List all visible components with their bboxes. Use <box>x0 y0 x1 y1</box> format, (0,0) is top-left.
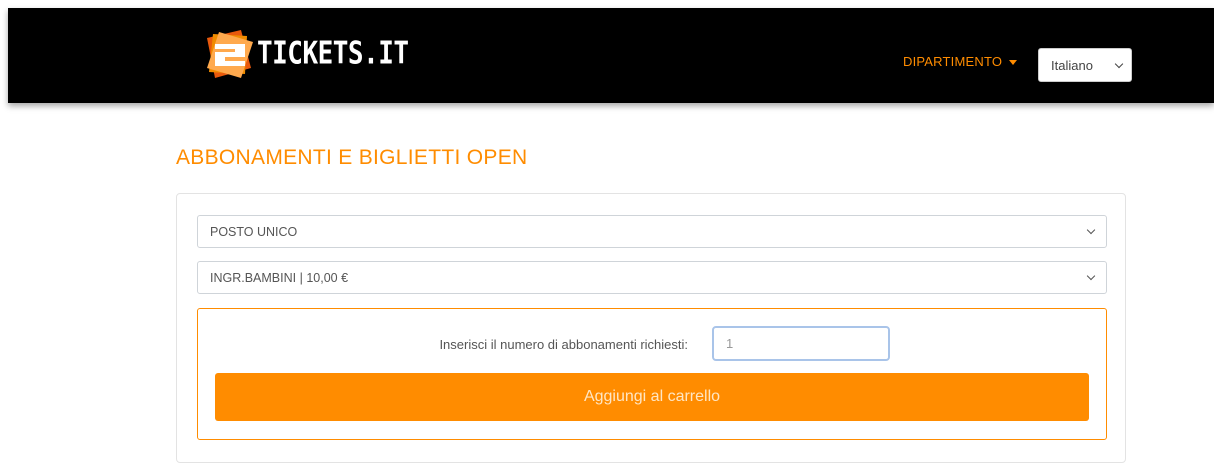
logo-wordmark: TICKETS.IT <box>257 36 409 72</box>
caret-down-icon <box>1009 60 1018 66</box>
brand-logo[interactable]: TICKETS.IT <box>201 28 409 80</box>
ticket-card: POSTO UNICO INGR.BAMBINI | 10,00 € Inser… <box>176 193 1126 463</box>
page-title: ABBONAMENTI E BIGLIETTI OPEN <box>176 146 528 169</box>
quantity-label: Inserisci il numero di abbonamenti richi… <box>439 337 688 352</box>
sector-select[interactable]: POSTO UNICO <box>197 215 1107 248</box>
language-selected: Italiano <box>1051 58 1093 73</box>
chevron-down-icon <box>1086 271 1096 281</box>
department-dropdown[interactable]: DIPARTIMENTO <box>903 54 1018 69</box>
navbar: TICKETS.IT DIPARTIMENTO Italiano <box>8 8 1214 103</box>
top-strip <box>0 0 1214 8</box>
quantity-panel: Inserisci il numero di abbonamenti richi… <box>197 308 1107 440</box>
sector-selected: POSTO UNICO <box>210 225 298 239</box>
price-selected: INGR.BAMBINI | 10,00 € <box>210 271 349 285</box>
department-label: DIPARTIMENTO <box>903 54 1003 69</box>
add-to-cart-button[interactable]: Aggiungi al carrello <box>215 373 1089 421</box>
ticket-logo-icon <box>207 30 253 78</box>
quantity-input[interactable] <box>712 326 890 361</box>
price-select[interactable]: INGR.BAMBINI | 10,00 € <box>197 261 1107 294</box>
chevron-down-icon <box>1114 59 1124 69</box>
chevron-down-icon <box>1086 225 1096 235</box>
language-select[interactable]: Italiano <box>1038 48 1132 82</box>
